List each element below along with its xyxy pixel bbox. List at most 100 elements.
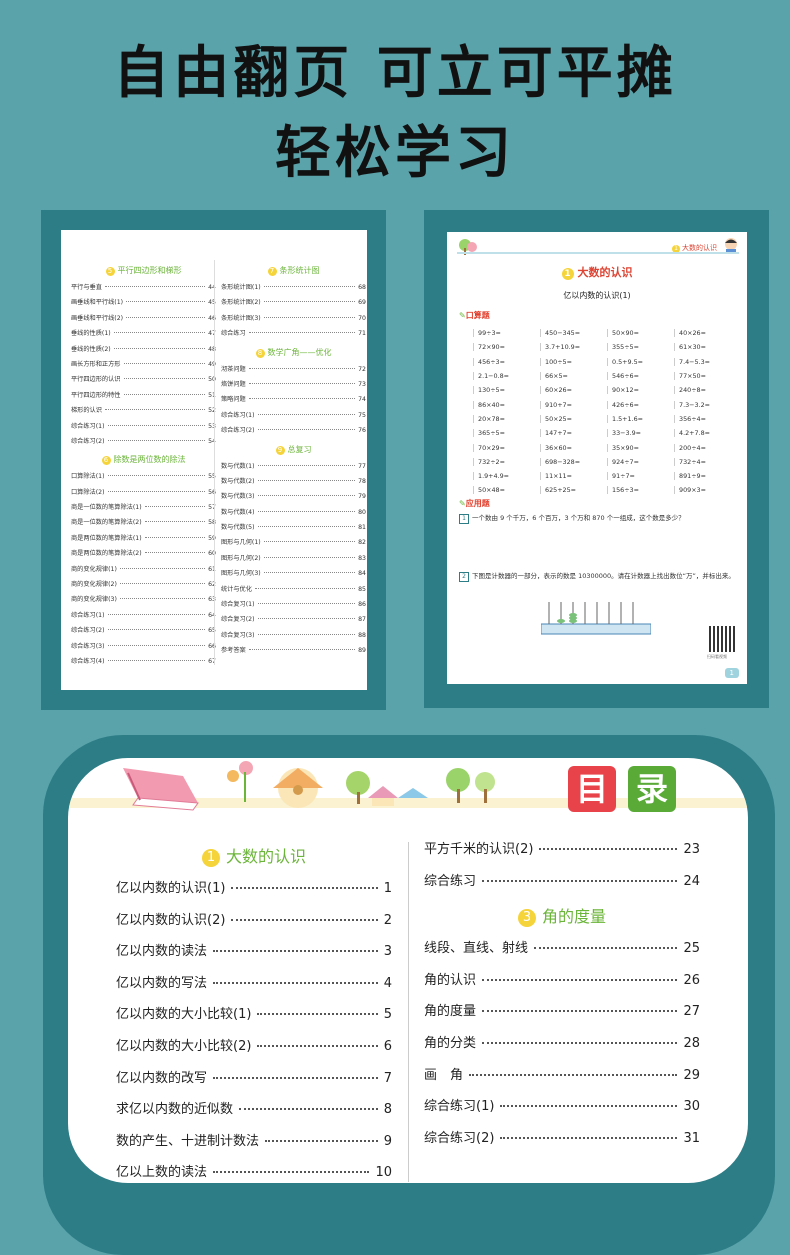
header-rule <box>457 252 739 254</box>
toc-entry[interactable]: 平方千米的认识(2) 23 <box>424 838 700 870</box>
toc-entry[interactable]: 综合复习(1) 86 <box>221 599 366 614</box>
toc-entry[interactable]: 亿以内数的认识(1) 1 <box>116 877 392 909</box>
toc-entry[interactable]: 商的变化规律(2) 62 <box>71 579 216 594</box>
toc-entry[interactable]: 亿以上数的读法 10 <box>116 1161 392 1183</box>
oral-arithmetic-grid: 99÷3= 450−345= 50×90= 40×26= 72×90= 3.7+10.9=… <box>473 326 741 498</box>
dot-leader <box>107 659 206 661</box>
dot-leader <box>126 301 206 303</box>
toc-entry[interactable]: 参考答案 89 <box>221 645 366 660</box>
toc-entry[interactable]: 亿以内数的大小比较(2) 6 <box>116 1035 392 1067</box>
oral-problem: 40×26= <box>674 329 741 338</box>
toc-entry-title: 亿以内数的认识(2) <box>116 912 226 928</box>
toc-entry[interactable]: 亿以内数的写法 4 <box>116 972 392 1004</box>
toc-entry[interactable]: 综合练习(1) 75 <box>221 410 366 425</box>
toc-entry[interactable]: 综合练习(2) 76 <box>221 425 366 440</box>
toc-entry-title: 综合复习(3) <box>221 631 255 639</box>
toc-entry[interactable]: 数与代数(4) 80 <box>221 507 366 522</box>
toc-entry[interactable]: 角的分类 28 <box>424 1032 700 1064</box>
toc-entry-page: 77 <box>358 462 366 470</box>
toc-entry[interactable]: 画垂线和平行线(1) 45 <box>71 297 216 312</box>
toc-entry[interactable]: 综合练习(2) 31 <box>424 1127 700 1159</box>
book-icon <box>123 768 199 811</box>
toc-entry[interactable]: 平行四边形的认识 50 <box>71 374 216 389</box>
toc-entry[interactable]: 亿以内数的读法 3 <box>116 940 392 972</box>
toc-entry[interactable]: 数与代数(5) 81 <box>221 522 366 537</box>
toc-entry[interactable]: 画垂线和平行线(2) 46 <box>71 313 216 328</box>
toc-entry[interactable]: 梯形的认识 52 <box>71 405 216 420</box>
section-title: 除数是两位数的除法 <box>113 455 186 465</box>
toc-entry[interactable]: 综合练习(1) 53 <box>71 421 216 436</box>
dot-leader <box>265 1139 378 1142</box>
toc-entry[interactable]: 数与代数(2) 78 <box>221 476 366 491</box>
toc-entry[interactable]: 烙饼问题 73 <box>221 379 366 394</box>
toc-entry-page: 86 <box>358 601 366 609</box>
toc-entry[interactable]: 商的变化规律(3) 63 <box>71 594 216 609</box>
toc-entry[interactable]: 条形统计图(1) 68 <box>221 282 366 297</box>
toc-entry[interactable]: 综合练习(2) 54 <box>71 436 216 451</box>
toc-entry[interactable]: 条形统计图(3) 70 <box>221 313 366 328</box>
toc-entry[interactable]: 综合练习 24 <box>424 870 700 902</box>
toc-entry[interactable]: 画 角 29 <box>424 1064 700 1096</box>
toc-entry-page: 71 <box>358 330 366 338</box>
toc-entry[interactable]: 综合练习(2) 65 <box>71 625 216 640</box>
toc-entry[interactable]: 商的变化规律(1) 61 <box>71 564 216 579</box>
toc-entry[interactable]: 综合练习(3) 66 <box>71 641 216 656</box>
toc-entry[interactable]: 商是两位数的笔算除法(2) 60 <box>71 548 216 563</box>
toc-entry[interactable]: 综合复习(2) 87 <box>221 614 366 629</box>
toc-entry[interactable]: 亿以内数的认识(2) 2 <box>116 909 392 941</box>
toc-entry[interactable]: 图形与几何(3) 84 <box>221 568 366 583</box>
toc-entry[interactable]: 垂线的性质(1) 47 <box>71 328 216 343</box>
toc-entry[interactable]: 垂线的性质(2) 48 <box>71 344 216 359</box>
toc-entry[interactable]: 商是两位数的笔算除法(1) 59 <box>71 533 216 548</box>
toc-entry[interactable]: 角的度量 27 <box>424 1000 700 1032</box>
toc-entry-page: 30 <box>683 1099 700 1115</box>
toc-entry[interactable]: 统计与优化 85 <box>221 584 366 599</box>
dot-leader <box>248 382 356 384</box>
oral-row: 1.9+4.9= 11×11= 91÷7= 891÷9= <box>473 469 741 483</box>
toc-entry-page: 72 <box>358 365 366 373</box>
toc-entry-page: 89 <box>358 647 366 655</box>
toc-entry[interactable]: 平行与垂直 44 <box>71 282 216 297</box>
toc-entry[interactable]: 角的认识 26 <box>424 969 700 1001</box>
toc-entry[interactable]: 亿以内数的大小比较(1) 5 <box>116 1003 392 1035</box>
toc-entry[interactable]: 综合练习(1) 64 <box>71 610 216 625</box>
dot-leader <box>213 1171 370 1174</box>
oral-problem: 33−3.9= <box>607 429 674 438</box>
toc-entry-title: 画垂线和平行线(2) <box>71 314 124 322</box>
toc-entry[interactable]: 图形与几何(2) 83 <box>221 553 366 568</box>
toc-entry[interactable]: 亿以内数的改写 7 <box>116 1067 392 1099</box>
toc-entry[interactable]: 平行四边形的特性 51 <box>71 390 216 405</box>
toc-entry[interactable]: 数与代数(1) 77 <box>221 461 366 476</box>
oral-problem: 60×26= <box>540 386 607 395</box>
toc-entry[interactable]: 线段、直线、射线 25 <box>424 937 700 969</box>
column-divider <box>408 842 409 1182</box>
toc-entry[interactable]: 商是一位数的笔算除法(1) 57 <box>71 502 216 517</box>
toc-entry[interactable]: 口算除法(2) 56 <box>71 487 216 502</box>
toc-entry-page: 88 <box>358 631 366 639</box>
oral-problem: 70×29= <box>473 443 540 452</box>
oral-problem: 4.2+7.8= <box>674 429 741 438</box>
toc-entry[interactable]: 条形统计图(2) 69 <box>221 297 366 312</box>
dot-leader <box>104 286 206 287</box>
toc-entry[interactable]: 数的产生、十进制计数法 9 <box>116 1130 392 1162</box>
toc-entry[interactable]: 数与代数(3) 79 <box>221 491 366 506</box>
toc-entry[interactable]: 综合练习 71 <box>221 328 366 343</box>
pencil-icon: ✎ <box>459 499 466 508</box>
toc-entry[interactable]: 求亿以内数的近似数 8 <box>116 1098 392 1130</box>
toc-entry-page: 80 <box>358 508 366 516</box>
toc-entry[interactable]: 综合练习(4) 67 <box>71 656 216 671</box>
toc-entry[interactable]: 口算除法(1) 55 <box>71 471 216 486</box>
toc-entry[interactable]: 画长方形和正方形 49 <box>71 359 216 374</box>
toc-entry[interactable]: 策略问题 74 <box>221 394 366 409</box>
oral-problem: 100÷5= <box>540 357 607 366</box>
toc-entry[interactable]: 商是一位数的笔算除法(2) 58 <box>71 517 216 532</box>
qr-caption: 扫码看视频 <box>707 654 727 659</box>
toc-entry[interactable]: 综合复习(3) 88 <box>221 630 366 645</box>
toc-entry-title: 亿以内数的大小比较(2) <box>116 1038 252 1054</box>
toc-entry[interactable]: 综合练习(1) 30 <box>424 1095 700 1127</box>
bottom-toc-card: 目 录 1 大数的认识 亿以内数的认识(1) 1 亿以内数的认识(2) 2 亿以内数的读法 3… <box>68 758 748 1183</box>
dot-leader <box>107 424 206 426</box>
toc-entry[interactable]: 图形与几何(1) 82 <box>221 537 366 552</box>
toc-entry-title: 线段、直线、射线 <box>424 941 529 957</box>
toc-entry[interactable]: 沏茶问题 72 <box>221 364 366 379</box>
